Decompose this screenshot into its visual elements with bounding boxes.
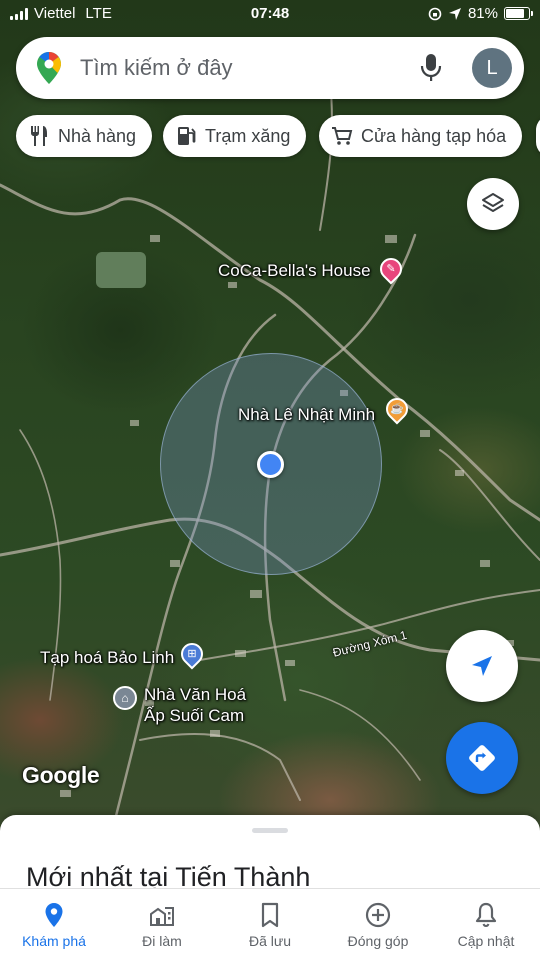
status-bar: Viettel LTE 07:48 81% [0, 0, 540, 28]
my-location-button[interactable] [446, 630, 518, 702]
commute-icon [150, 907, 174, 926]
google-maps-logo-icon [37, 52, 61, 84]
place-label-tap-hoa-bao-linh[interactable]: Tạp hoá Bảo Linh [40, 648, 174, 668]
place-label-coca-bella[interactable]: CoCa-Bella's House [218, 261, 371, 281]
current-location-dot[interactable] [257, 451, 284, 478]
map-layers-button[interactable] [467, 178, 519, 230]
nav-label: Đóng góp [347, 933, 409, 949]
search-input[interactable] [80, 55, 400, 81]
status-right: 81% [428, 5, 533, 22]
nav-commute[interactable]: Đi làm [108, 889, 216, 960]
rotation-lock-icon [428, 7, 442, 20]
google-attribution: Google [22, 762, 100, 788]
status-left: Viettel LTE [10, 5, 112, 22]
sheet-drag-handle[interactable] [252, 828, 288, 833]
cultural-house-icon[interactable]: ⌂ [113, 686, 137, 710]
carrier-name: Viettel [34, 5, 76, 22]
battery-percent: 81% [467, 5, 498, 22]
nav-label: Đi làm [142, 933, 182, 949]
avatar[interactable]: L [472, 48, 512, 88]
chip-gas-stations[interactable]: Trạm xăng [163, 115, 307, 157]
nav-label: Đã lưu [248, 933, 292, 949]
restaurant-icon [31, 126, 47, 146]
nav-saved[interactable]: Đã lưu [216, 889, 324, 960]
layers-icon [482, 193, 504, 212]
shopping-cart-icon [332, 127, 353, 145]
bell-icon [475, 902, 497, 928]
place-label-nha-van-hoa-line2[interactable]: Ấp Suối Cam [144, 706, 244, 726]
gas-station-icon [178, 127, 196, 145]
nav-contribute[interactable]: Đóng góp [324, 889, 432, 960]
nav-updates[interactable]: Cập nhật [432, 889, 540, 960]
bookmark-icon [261, 902, 279, 928]
location-arrow-icon [448, 7, 461, 20]
chip-more-partial[interactable] [536, 115, 540, 157]
battery-level-fill [506, 9, 524, 18]
directions-icon [469, 745, 495, 771]
network-type: LTE [85, 5, 112, 22]
chip-restaurants[interactable]: Nhà hàng [16, 115, 153, 157]
nav-label: Khám phá [22, 933, 86, 949]
bottom-sheet[interactable]: Mới nhất tại Tiến Thành [0, 815, 540, 892]
navigation-arrow-icon [472, 656, 492, 676]
explore-pin-icon [45, 903, 63, 927]
bottom-navigation: Khám phá Đi làm Đã lưu Đóng góp Cập nhật [0, 888, 540, 960]
search-bar[interactable]: L [16, 37, 524, 99]
chip-grocery-stores[interactable]: Cửa hàng tạp hóa [319, 115, 523, 157]
nav-explore[interactable]: Khám phá [0, 889, 108, 960]
place-label-nha-van-hoa-line1[interactable]: Nhà Văn Hoá [144, 685, 246, 705]
cell-signal-icon [10, 7, 28, 20]
chip-label: Trạm xăng [205, 125, 291, 146]
battery-icon [504, 7, 533, 20]
microphone-icon[interactable] [420, 53, 442, 83]
chip-label: Nhà hàng [58, 125, 137, 146]
place-label-nha-le-nhat-minh[interactable]: Nhà Lê Nhật Minh [238, 405, 375, 425]
chip-label: Cửa hàng tạp hóa [361, 125, 507, 146]
directions-button[interactable] [446, 722, 518, 794]
add-circle-icon [365, 902, 391, 928]
category-chips: Nhà hàng Trạm xăng Cửa hàng tạp hóa [16, 115, 540, 157]
nav-label: Cập nhật [457, 933, 515, 949]
